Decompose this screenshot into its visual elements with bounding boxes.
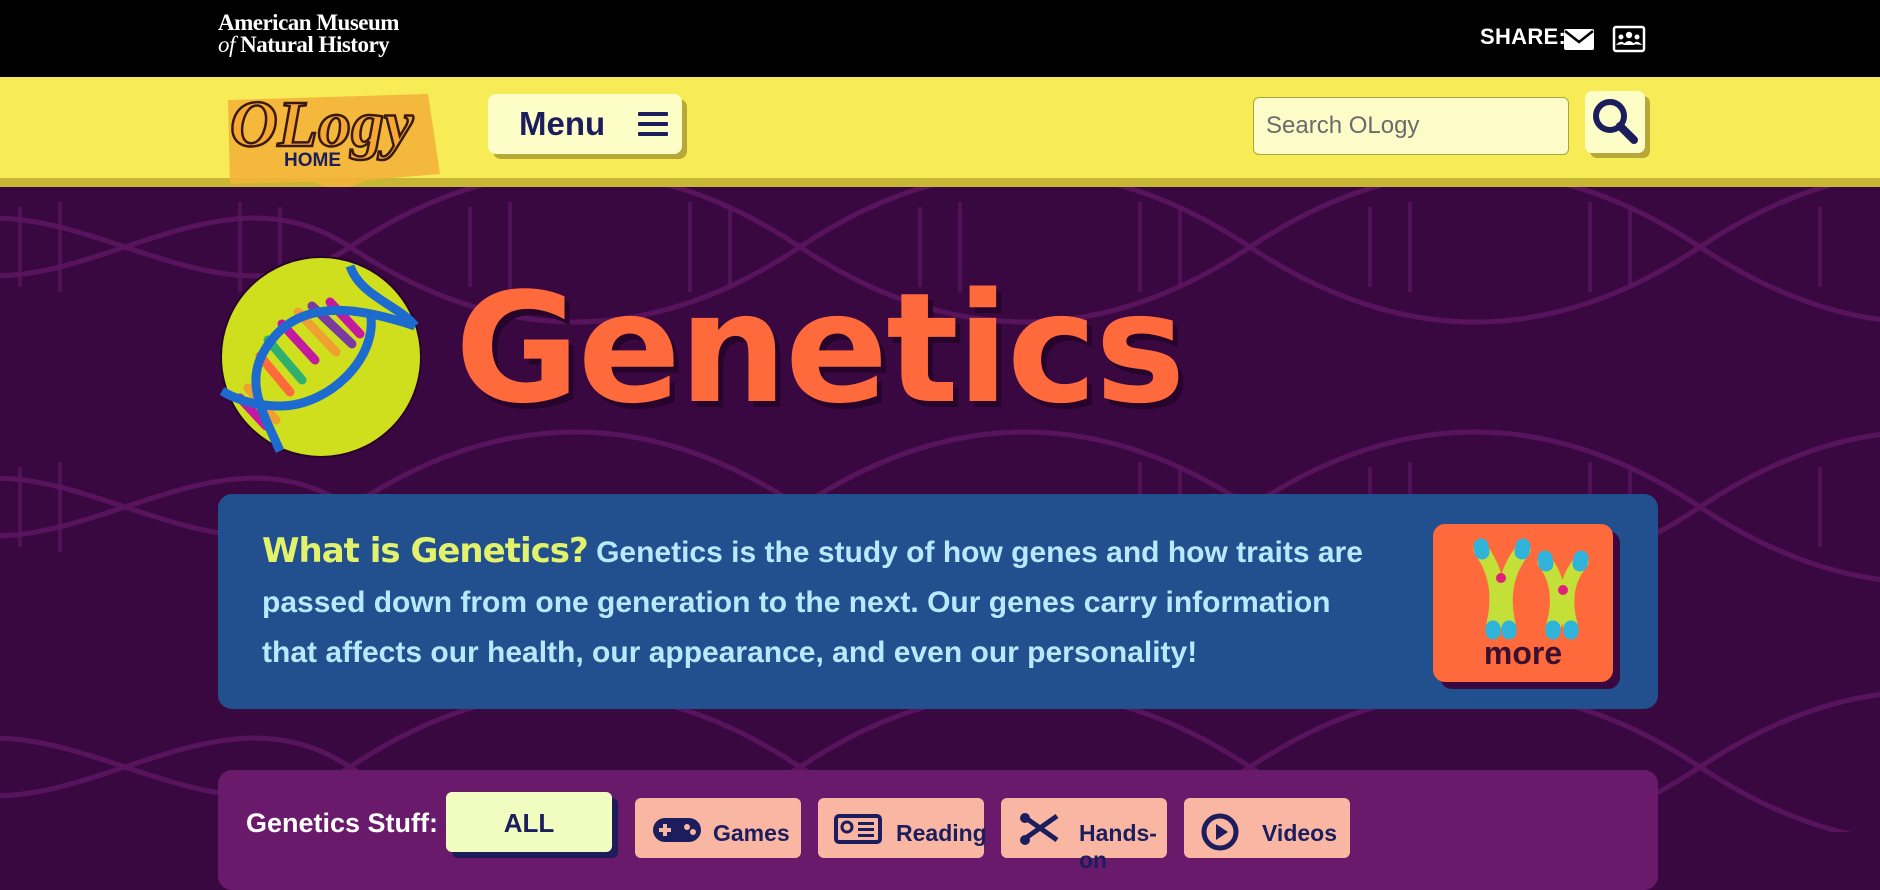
play-icon bbox=[1201, 813, 1239, 851]
filter-videos[interactable]: Videos bbox=[1184, 798, 1350, 858]
dna-icon bbox=[220, 256, 422, 458]
hamburger-icon bbox=[638, 112, 668, 136]
more-button[interactable]: more bbox=[1433, 524, 1613, 682]
newspaper-icon bbox=[834, 814, 882, 844]
search-button[interactable] bbox=[1585, 91, 1645, 153]
more-label: more bbox=[1483, 635, 1563, 671]
filter-all-label: ALL bbox=[503, 808, 555, 838]
intro-panel: What is Genetics? Genetics is the study … bbox=[218, 494, 1658, 709]
filter-hands-on-label: Hands-on bbox=[1079, 820, 1157, 873]
filter-reading-label: Reading bbox=[896, 820, 987, 846]
museum-name-line1: American Museum bbox=[218, 10, 399, 35]
filter-reading[interactable]: Reading bbox=[818, 798, 987, 858]
museum-name-line2: Natural History bbox=[240, 32, 390, 57]
genetics-stuff-panel: Genetics Stuff: ALL Games Reading Hands-… bbox=[218, 770, 1658, 890]
email-icon[interactable] bbox=[1562, 24, 1596, 54]
ology-home-logo[interactable]: OLogy HOME bbox=[218, 80, 448, 195]
logo-home-text: HOME bbox=[284, 150, 341, 171]
filter-games-label: Games bbox=[713, 820, 790, 846]
filter-hands-on[interactable]: Hands-on bbox=[1001, 798, 1167, 873]
menu-label: Menu bbox=[519, 105, 606, 142]
top-bar: American Museum of Natural History SHARE… bbox=[0, 0, 1880, 77]
filter-videos-label: Videos bbox=[1262, 820, 1337, 846]
google-classroom-icon[interactable] bbox=[1612, 24, 1646, 54]
search-icon bbox=[1593, 99, 1638, 144]
share-label: SHARE: bbox=[1480, 24, 1567, 49]
museum-name-of: of bbox=[218, 32, 235, 57]
filter-games[interactable]: Games bbox=[635, 798, 801, 858]
search-input[interactable] bbox=[1253, 97, 1569, 155]
menu-button[interactable]: Menu bbox=[488, 94, 682, 154]
museum-logo[interactable]: American Museum of Natural History bbox=[218, 10, 399, 57]
genetics-stuff-label: Genetics Stuff: bbox=[246, 808, 439, 838]
page-title: Genetics bbox=[455, 260, 1185, 437]
intro-question: What is Genetics? bbox=[262, 531, 589, 571]
intro-text: What is Genetics? Genetics is the study … bbox=[262, 526, 1382, 678]
filter-all[interactable]: ALL bbox=[446, 792, 612, 852]
scissors-icon bbox=[1020, 813, 1059, 845]
chromosome-icon bbox=[1473, 538, 1589, 640]
gamepad-icon bbox=[653, 818, 701, 842]
